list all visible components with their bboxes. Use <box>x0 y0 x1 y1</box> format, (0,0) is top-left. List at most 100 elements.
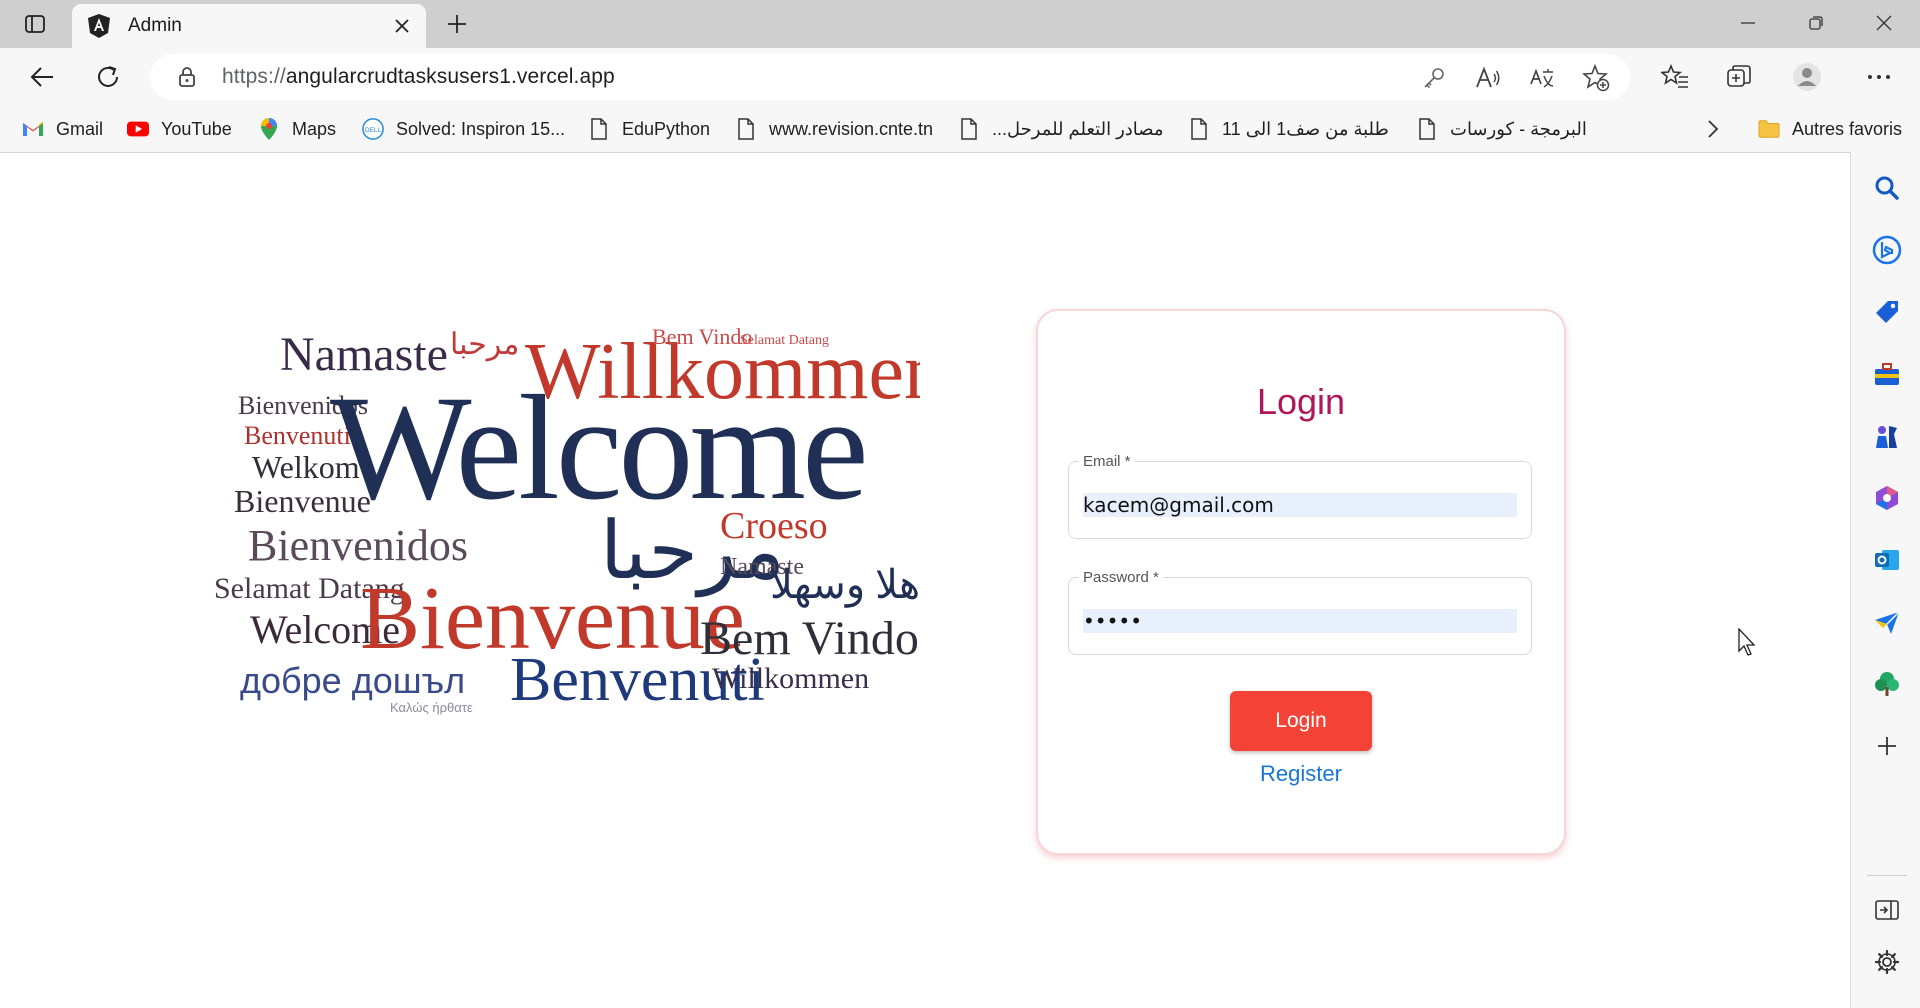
bookmark-gmail[interactable]: Gmail <box>22 114 103 144</box>
bookmark-label: www.revision.cnte.tn <box>769 118 934 139</box>
word-willkommen-small: Willkommen <box>712 662 869 695</box>
collections-icon <box>1727 65 1751 87</box>
bookmark-dell-solved[interactable]: DELL Solved: Inspiron 15... <box>362 114 565 144</box>
sidebar-office-button[interactable] <box>1871 482 1903 514</box>
back-arrow-icon <box>30 67 53 87</box>
gear-icon <box>1874 949 1900 975</box>
sidebar-send-button[interactable] <box>1871 606 1903 638</box>
tab-bar: Admin <box>0 0 1920 48</box>
bookmark-label: Solved: Inspiron 15... <box>396 118 566 139</box>
refresh-button[interactable] <box>88 57 128 97</box>
page-icon <box>1416 118 1438 140</box>
gmail-icon <box>22 118 44 140</box>
tab-actions-button[interactable] <box>14 10 56 38</box>
sidebar-search-button[interactable] <box>1871 172 1903 204</box>
bookmarks-overflow-button[interactable] <box>1706 114 1720 144</box>
chess-piece-icon <box>1876 426 1897 448</box>
page-icon <box>1188 118 1210 140</box>
bookmark-label: Gmail <box>56 118 104 139</box>
bookmark-revision[interactable]: www.revision.cnte.tn <box>735 114 933 144</box>
bookmarks-bar: Gmail YouTube Maps DELL Solved: Inspiron… <box>0 106 1920 153</box>
bookmark-students[interactable]: طلبة من صف1 الى 11 <box>1188 114 1389 144</box>
sidebar-collapse-button[interactable] <box>1871 894 1903 926</box>
bookmark-label: طلبة من صف1 الى 11 <box>1222 118 1389 139</box>
bookmark-learning-resources[interactable]: مصادر التعلم للمرحل... <box>958 114 1164 144</box>
svg-text:DELL: DELL <box>365 127 381 134</box>
word-marhaba-small: مرحبا <box>450 328 519 362</box>
sidebar-games-button[interactable] <box>1871 420 1903 452</box>
folder-icon <box>1758 118 1780 140</box>
settings-more-button[interactable] <box>1862 60 1896 94</box>
password-label: Password * <box>1079 569 1163 586</box>
sidebar-outlook-button[interactable] <box>1871 544 1903 576</box>
dell-icon: DELL <box>362 118 384 140</box>
shopping-tag-icon <box>1876 301 1898 323</box>
bookmark-maps[interactable]: Maps <box>258 114 336 144</box>
toolbox-icon <box>1875 363 1899 385</box>
word-bem-vindo-small: Bem Vindo <box>652 324 752 349</box>
profile-button[interactable] <box>1790 60 1824 94</box>
sidebar-tools-button[interactable] <box>1871 358 1903 390</box>
sidebar-settings-button[interactable] <box>1871 946 1903 978</box>
url-text[interactable]: https://angularcrudtasksusers1.vercel.ap… <box>222 65 615 89</box>
back-button[interactable] <box>22 57 62 97</box>
page-icon <box>588 118 610 140</box>
translate-icon[interactable] <box>1528 64 1556 92</box>
other-favorites[interactable]: Autres favoris <box>1758 114 1902 144</box>
password-input[interactable] <box>1083 609 1517 633</box>
word-kalos-irthate: Καλώς ήρθατε <box>390 700 473 715</box>
bookmark-label: Maps <box>292 118 337 139</box>
tab-admin[interactable]: Admin <box>72 4 426 48</box>
collections-button[interactable] <box>1722 60 1756 94</box>
sidebar-tree-button[interactable] <box>1871 668 1903 700</box>
key-icon[interactable] <box>1420 64 1448 92</box>
lock-icon[interactable] <box>176 66 198 88</box>
other-favorites-label: Autres favoris <box>1792 118 1903 139</box>
toolbar: https://angularcrudtasksusers1.vercel.ap… <box>0 48 1920 106</box>
login-button[interactable]: Login <box>1230 691 1372 751</box>
more-icon <box>1868 75 1890 79</box>
address-bar[interactable]: https://angularcrudtasksusers1.vercel.ap… <box>150 54 1630 100</box>
sidebar-bing-button[interactable] <box>1871 234 1903 266</box>
welcome-word-cloud-image: Namaste مرحبا Willkommen Bem Vindo Selam… <box>214 324 920 715</box>
mouse-cursor-icon <box>1738 628 1756 656</box>
tree-icon <box>1875 672 1899 696</box>
outlook-icon <box>1875 550 1899 570</box>
refresh-icon <box>98 66 118 87</box>
paper-plane-icon <box>1875 611 1900 634</box>
register-link[interactable]: Register <box>1038 761 1564 787</box>
favorites-button[interactable] <box>1658 60 1692 94</box>
sidebar-shopping-button[interactable] <box>1871 296 1903 328</box>
email-label: Email * <box>1079 453 1135 470</box>
close-icon <box>395 19 409 33</box>
page-icon <box>735 118 757 140</box>
password-field[interactable]: Password * <box>1068 569 1532 655</box>
restore-button[interactable] <box>1784 0 1848 46</box>
favorites-icon <box>1661 63 1688 88</box>
bookmark-youtube[interactable]: YouTube <box>127 114 232 144</box>
minimize-button[interactable] <box>1716 0 1780 46</box>
bookmark-label: البرمجة - كورسات <box>1450 118 1587 139</box>
email-input[interactable] <box>1083 493 1517 517</box>
collapse-sidebar-icon <box>1875 900 1899 920</box>
bookmark-programming-courses[interactable]: البرمجة - كورسات <box>1416 114 1587 144</box>
sidebar-add-button[interactable] <box>1871 730 1903 762</box>
word-ahlan: أهلا وسهلا <box>770 557 920 608</box>
new-tab-button[interactable] <box>440 8 474 40</box>
read-aloud-icon[interactable] <box>1474 64 1502 92</box>
plus-icon <box>1878 737 1896 755</box>
login-title: Login <box>1256 381 1346 422</box>
angular-icon <box>88 14 110 38</box>
email-field[interactable]: Email * <box>1068 453 1532 539</box>
login-card: Login Email * Password * Login Register <box>1036 309 1566 855</box>
bookmark-edupython[interactable]: EduPython <box>588 114 710 144</box>
word-dobre-doshal: добре дошъл <box>240 660 465 701</box>
microsoft365-icon <box>1876 486 1898 510</box>
bookmark-label: EduPython <box>622 118 711 139</box>
restore-icon <box>1809 16 1823 30</box>
word-bienvenidos-mid: Bienvenidos <box>248 521 468 570</box>
close-window-button[interactable] <box>1852 0 1916 46</box>
tab-close-button[interactable] <box>388 12 416 40</box>
tab-actions-icon <box>25 15 45 33</box>
add-favorite-icon[interactable] <box>1582 64 1610 92</box>
